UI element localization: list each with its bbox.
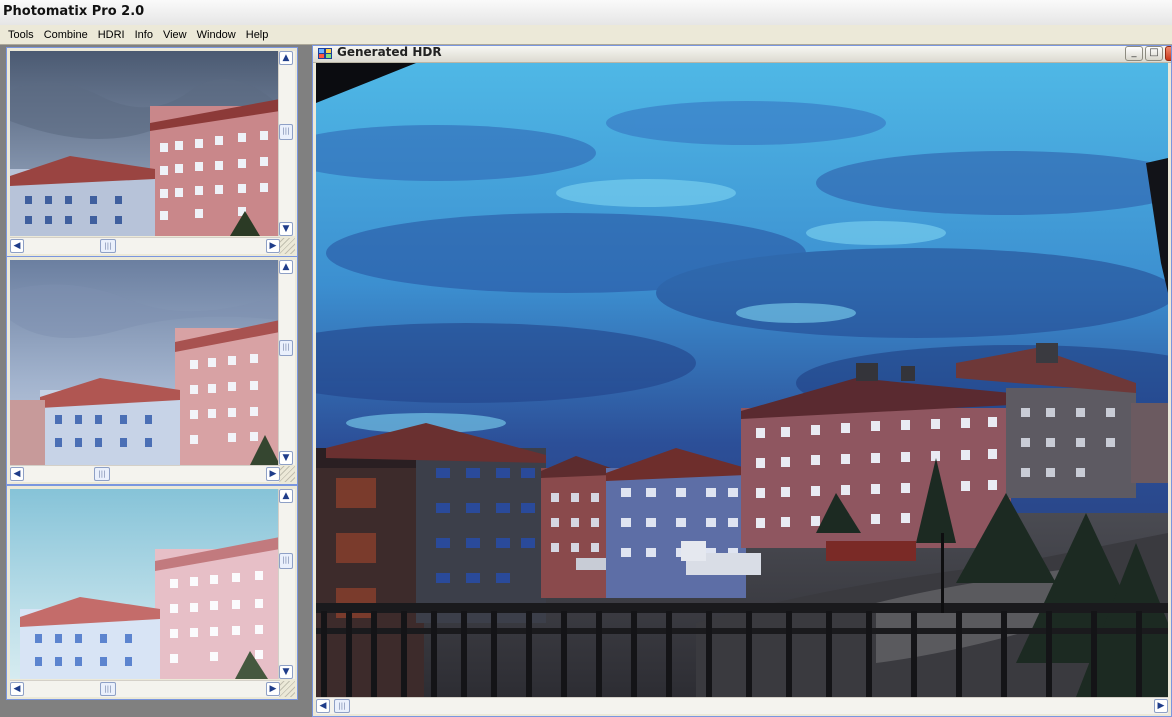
scroll-up-button[interactable]: ▲: [279, 51, 293, 65]
resize-grip-icon[interactable]: [279, 238, 295, 254]
app-title: Photomatix Pro 2.0: [3, 4, 145, 19]
thumbnail-2-vertical-scrollbar[interactable]: ▲ ||| ▼: [278, 260, 295, 465]
thumbnail-1-vertical-scrollbar[interactable]: ▲ ||| ▼: [278, 51, 295, 236]
minimize-button[interactable]: _: [1125, 46, 1143, 61]
scroll-right-button[interactable]: ▶: [266, 682, 280, 696]
menu-window[interactable]: Window: [192, 26, 241, 44]
thumbnail-3-horizontal-scrollbar[interactable]: ◀ ||| ▶: [10, 680, 280, 697]
scroll-left-button[interactable]: ◀: [316, 699, 330, 713]
resize-grip-icon[interactable]: [279, 466, 295, 482]
exposure-image-2: [10, 260, 280, 465]
horizontal-scroll-thumb[interactable]: |||: [334, 699, 350, 713]
exposure-thumbnail-2[interactable]: ▲ ||| ▼ ◀ ||| ▶: [6, 256, 298, 485]
horizontal-scroll-thumb[interactable]: |||: [100, 239, 116, 253]
menu-tools[interactable]: Tools: [3, 26, 39, 44]
scroll-left-button[interactable]: ◀: [10, 682, 24, 696]
vertical-scroll-thumb[interactable]: |||: [279, 124, 293, 140]
vertical-scroll-thumb[interactable]: |||: [279, 340, 293, 356]
hdr-window-title-bar[interactable]: Generated HDR _ □ ✕: [313, 46, 1171, 63]
resize-grip-icon[interactable]: [279, 681, 295, 697]
scroll-right-button[interactable]: ▶: [266, 467, 280, 481]
maximize-button[interactable]: □: [1145, 46, 1163, 61]
scroll-up-button[interactable]: ▲: [279, 489, 293, 503]
hdr-window-title: Generated HDR: [337, 45, 442, 59]
exposure-image-1: [10, 51, 280, 236]
generated-hdr-image: [316, 63, 1168, 697]
scroll-up-button[interactable]: ▲: [279, 260, 293, 274]
app-title-bar: Photomatix Pro 2.0: [0, 0, 1172, 26]
scroll-left-button[interactable]: ◀: [10, 239, 24, 253]
exposure-image-3: [10, 489, 280, 679]
scroll-down-button[interactable]: ▼: [279, 665, 293, 679]
scroll-down-button[interactable]: ▼: [279, 451, 293, 465]
scroll-left-button[interactable]: ◀: [10, 467, 24, 481]
horizontal-scroll-thumb[interactable]: |||: [94, 467, 110, 481]
scroll-right-button[interactable]: ▶: [1154, 699, 1168, 713]
vertical-scroll-thumb[interactable]: |||: [279, 553, 293, 569]
generated-hdr-window[interactable]: Generated HDR _ □ ✕: [312, 45, 1172, 717]
thumbnail-3-vertical-scrollbar[interactable]: ▲ ||| ▼: [278, 489, 295, 679]
menu-view[interactable]: View: [158, 26, 192, 44]
hdr-horizontal-scrollbar[interactable]: ◀ ||| ▶: [316, 697, 1168, 714]
menu-hdri[interactable]: HDRI: [93, 26, 130, 44]
thumbnail-2-horizontal-scrollbar[interactable]: ◀ ||| ▶: [10, 465, 280, 482]
photomatix-window-icon: [318, 48, 332, 59]
menu-combine[interactable]: Combine: [39, 26, 93, 44]
close-button[interactable]: ✕: [1165, 46, 1171, 61]
menu-help[interactable]: Help: [241, 26, 274, 44]
thumbnail-1-horizontal-scrollbar[interactable]: ◀ ||| ▶: [10, 237, 280, 254]
exposure-thumbnail-3[interactable]: ▲ ||| ▼ ◀ ||| ▶: [6, 485, 298, 700]
exposure-thumbnail-1[interactable]: ▲ ||| ▼ ◀ ||| ▶: [6, 47, 298, 257]
menu-info[interactable]: Info: [130, 26, 158, 44]
menu-bar: Tools Combine HDRI Info View Window Help: [0, 25, 1172, 45]
scroll-right-button[interactable]: ▶: [266, 239, 280, 253]
scroll-down-button[interactable]: ▼: [279, 222, 293, 236]
horizontal-scroll-thumb[interactable]: |||: [100, 682, 116, 696]
